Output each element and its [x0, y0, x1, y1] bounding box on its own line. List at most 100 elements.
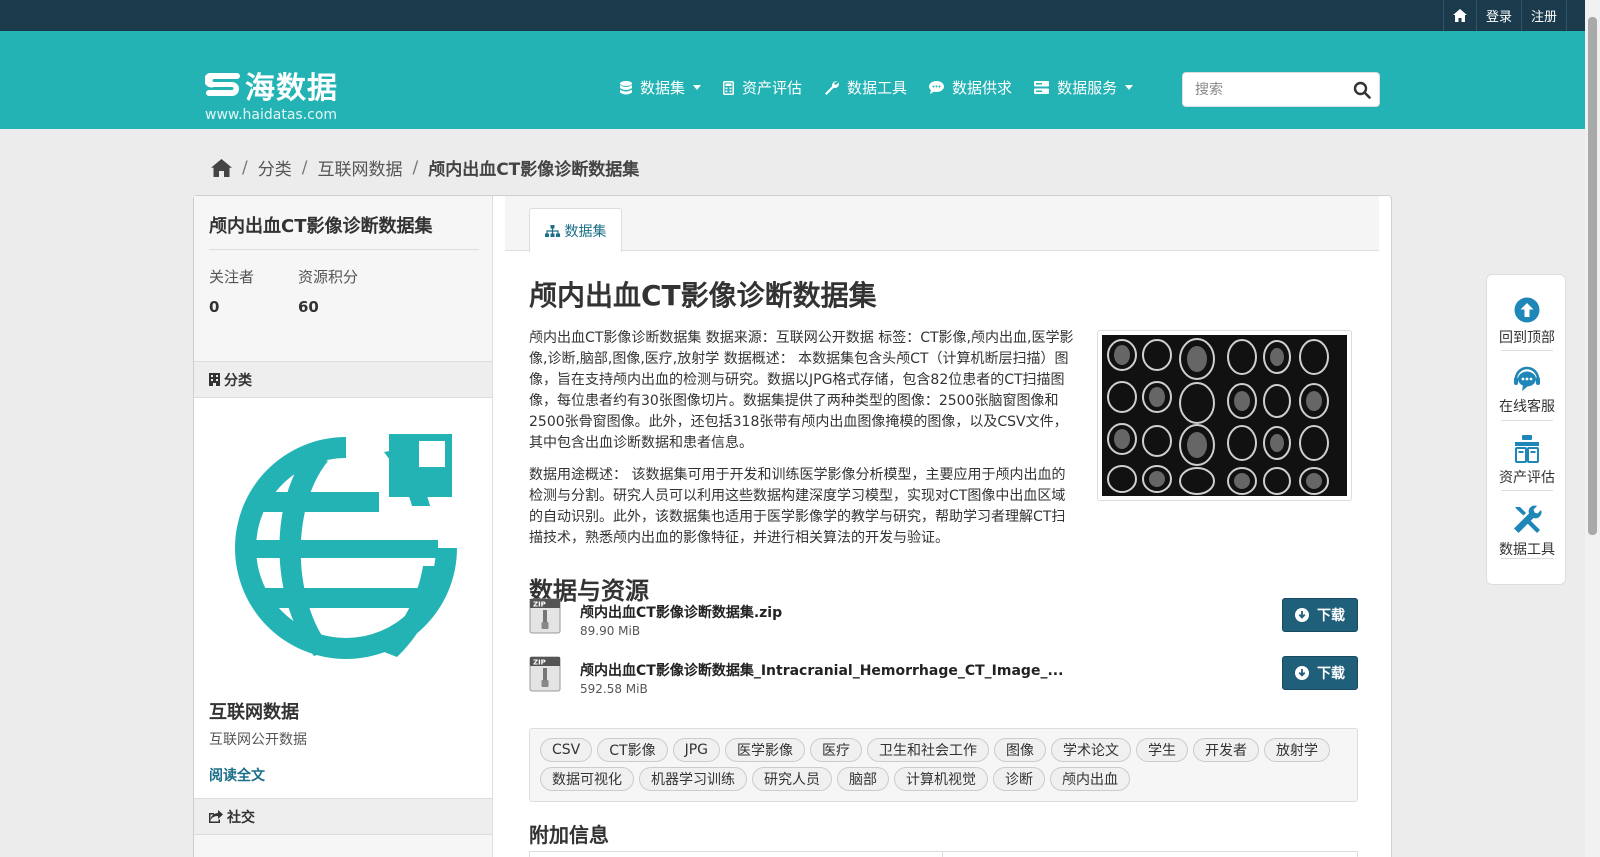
masthead: 海数据 www.haidatas.com 数据集 资产评估 数据工具 数据供求 …	[0, 31, 1600, 129]
tag-chip[interactable]: JPG	[672, 738, 720, 762]
breadcrumb-item-category[interactable]: 分类	[258, 155, 292, 180]
social-heading: 社交	[194, 798, 492, 835]
followers-label: 关注者	[209, 268, 255, 286]
data-tools-button[interactable]: 数据工具	[1487, 505, 1567, 559]
share-icon	[209, 810, 223, 823]
float-label: 回到顶部	[1499, 330, 1555, 346]
home-link[interactable]	[1442, 0, 1476, 31]
resource-name[interactable]: 颅内出血CT影像诊断数据集_Intracranial_Hemorrhage_CT…	[580, 660, 1063, 680]
tag-chip[interactable]: 放射学	[1264, 738, 1330, 762]
read-more-link[interactable]: 阅读全文	[209, 765, 265, 785]
category-heading-label: 分类	[224, 372, 252, 389]
float-label: 在线客服	[1499, 399, 1555, 415]
account-links: 登录 注册	[1442, 0, 1567, 31]
nav-data-services[interactable]: 数据服务	[1034, 77, 1134, 98]
tag-list: CSV CT影像 JPG 医学影像 医疗 卫生和社会工作 图像 学术论文 学生 开发者 放射学数据可…	[529, 728, 1358, 802]
nav-supply-demand[interactable]: 数据供求	[929, 77, 1012, 98]
svg-text:ZIP: ZIP	[533, 659, 546, 667]
nav-label: 数据工具	[847, 79, 908, 97]
nav-data-tools[interactable]: 数据工具	[824, 77, 907, 98]
zip-file-icon: ZIP	[529, 656, 561, 692]
points-value: 60	[298, 298, 319, 316]
resource-item[interactable]: ZIP 颅内出血CT影像诊断数据集.zip 89.90 MiB 下载	[529, 598, 1358, 638]
dataset-title: 颅内出血CT影像诊断数据集	[529, 279, 877, 312]
tag-chip[interactable]: 计算机视觉	[894, 767, 988, 791]
tag-chip[interactable]: 脑部	[837, 767, 889, 791]
download-button[interactable]: 下载	[1282, 598, 1358, 632]
nav-label: 数据供求	[952, 79, 1013, 97]
tag-chip[interactable]: 研究人员	[752, 767, 832, 791]
tab-label: 数据集	[564, 223, 607, 240]
download-circle-icon	[1295, 666, 1309, 680]
tag-chip[interactable]: 医疗	[810, 738, 862, 762]
download-button-label: 下载	[1317, 666, 1345, 682]
server-icon	[1034, 81, 1050, 94]
asset-evaluation-button[interactable]: 资产评估	[1487, 435, 1567, 487]
logo-text: 海数据	[245, 71, 338, 106]
breadcrumb-item-internet-data[interactable]: 互联网数据	[317, 155, 402, 180]
resource-item[interactable]: ZIP 颅内出血CT影像诊断数据集_Intracranial_Hemorrhag…	[529, 656, 1358, 696]
tools-icon	[1514, 505, 1542, 533]
site-url: www.haidatas.com	[205, 107, 338, 123]
chevron-down-icon	[1125, 85, 1134, 90]
database-icon	[620, 80, 632, 94]
tag-chip[interactable]: 诊断	[993, 767, 1045, 791]
description-paragraph: 颅内出血CT影像诊断数据集 数据来源：互联网公开数据 标签：CT影像,颅内出血,…	[529, 330, 1074, 451]
breadcrumb-separator: /	[242, 157, 248, 178]
tag-chip[interactable]: CT影像	[597, 738, 668, 762]
table-column-divider	[942, 852, 943, 857]
nav-asset-evaluation[interactable]: 资产评估	[723, 77, 802, 98]
arrow-up-circle-icon	[1514, 297, 1540, 323]
tab-dataset[interactable]: 数据集	[529, 208, 622, 252]
breadcrumb-item-current[interactable]: 颅内出血CT影像诊断数据集	[428, 155, 639, 180]
breadcrumb: / 分类 / 互联网数据 / 颅内出血CT影像诊断数据集	[211, 155, 639, 180]
dataset-thumbnail[interactable]	[1097, 330, 1352, 501]
logo-mark-icon	[205, 73, 240, 96]
main-nav: 数据集 资产评估 数据工具 数据供求 数据服务	[620, 77, 1155, 98]
description-paragraph: 数据用途概述： 该数据集可用于开发和训练医学影像分析模型，主要应用于颅内出血的检…	[529, 467, 1066, 546]
download-circle-icon	[1295, 608, 1309, 622]
svg-text:ZIP: ZIP	[533, 601, 546, 609]
float-label: 资产评估	[1499, 470, 1555, 486]
tag-chip[interactable]: 学生	[1136, 738, 1188, 762]
tag-chip[interactable]: CSV	[540, 738, 593, 762]
floating-toolbar: 回到顶部 在线客服 资产评估 数据工具	[1486, 274, 1566, 585]
divider	[1501, 558, 1553, 559]
download-button[interactable]: 下载	[1282, 656, 1358, 690]
points-label: 资源积分	[298, 268, 359, 286]
nav-datasets[interactable]: 数据集	[620, 77, 702, 98]
back-to-top-button[interactable]: 回到顶部	[1487, 297, 1567, 347]
page-scrollbar[interactable]	[1585, 0, 1600, 857]
sidebar-title: 颅内出血CT影像诊断数据集	[209, 216, 433, 237]
register-link[interactable]: 注册	[1520, 0, 1567, 31]
tag-chip[interactable]: 颅内出血	[1050, 767, 1130, 791]
breadcrumb-separator: /	[412, 157, 419, 178]
tag-chip[interactable]: 机器学习训练	[639, 767, 747, 791]
scrollbar-thumb[interactable]	[1588, 17, 1597, 535]
breadcrumb-separator: /	[301, 157, 308, 178]
customer-service-icon	[1514, 366, 1540, 391]
resource-name[interactable]: 颅内出血CT影像诊断数据集.zip	[580, 602, 782, 622]
divider	[209, 249, 479, 250]
sitemap-icon	[544, 224, 560, 237]
nav-label: 资产评估	[742, 79, 803, 97]
search-icon[interactable]	[1353, 81, 1371, 99]
tag-chip[interactable]: 卫生和社会工作	[867, 738, 989, 762]
search-input[interactable]	[1183, 73, 1343, 106]
tag-chip[interactable]: 数据可视化	[540, 767, 634, 791]
site-logo[interactable]: 海数据	[205, 63, 338, 107]
dataset-description: 颅内出血CT影像诊断数据集 数据来源：互联网公开数据 标签：CT影像,颅内出血,…	[529, 328, 1074, 560]
calculator-icon	[723, 80, 735, 95]
additional-info-heading: 附加信息	[529, 823, 609, 847]
tag-chip[interactable]: 医学影像	[725, 738, 805, 762]
chevron-down-icon	[693, 85, 702, 90]
tag-chip[interactable]: 开发者	[1193, 738, 1259, 762]
clipboard-icon	[1515, 435, 1539, 463]
org-name: 互联网数据	[209, 702, 299, 723]
tag-chip[interactable]: 图像	[994, 738, 1046, 762]
online-support-button[interactable]: 在线客服	[1487, 366, 1567, 416]
login-link[interactable]: 登录	[1475, 0, 1521, 31]
home-icon[interactable]	[211, 158, 232, 177]
tag-chip[interactable]: 学术论文	[1051, 738, 1131, 762]
search-box	[1182, 72, 1380, 107]
